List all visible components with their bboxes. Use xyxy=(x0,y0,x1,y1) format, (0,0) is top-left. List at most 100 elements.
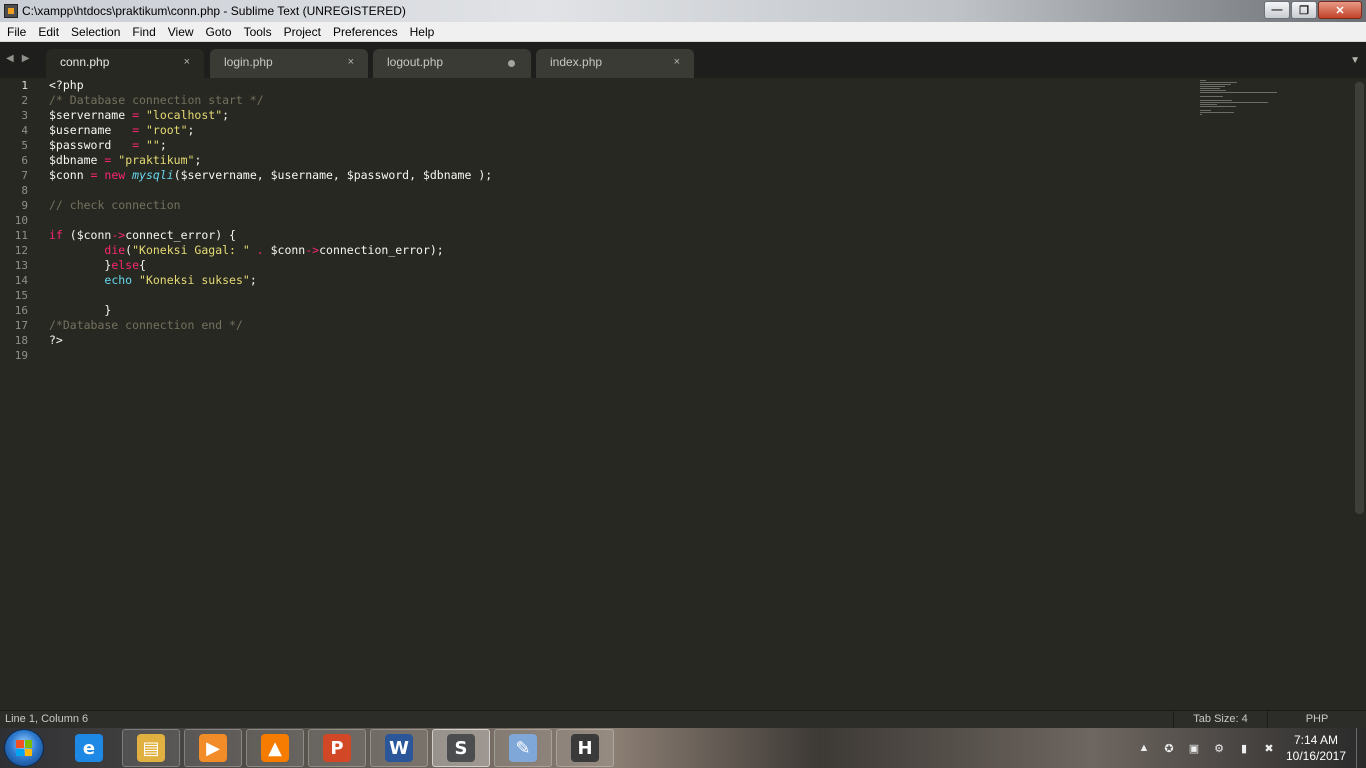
taskbar-paint[interactable]: ✎ xyxy=(494,729,552,767)
tab-list-dropdown-icon[interactable]: ▼ xyxy=(1350,55,1360,66)
code-line[interactable]: echo "Koneksi sukses"; xyxy=(49,273,256,288)
code-line[interactable]: $password = ""; xyxy=(49,138,167,153)
tab-close-icon[interactable]: × xyxy=(348,49,354,76)
clock-date: 10/16/2017 xyxy=(1285,749,1347,763)
code-line[interactable]: ?> xyxy=(49,333,63,348)
internet-explorer-icon: e xyxy=(75,734,103,762)
code-line[interactable]: $username = "root"; xyxy=(49,123,194,138)
tab-bar: ◀ ▶ conn.php × login.php × logout.php in… xyxy=(0,42,1366,78)
code-token: -> xyxy=(305,243,320,257)
code-line[interactable]: $conn = new mysqli($servername, $usernam… xyxy=(49,168,492,183)
menu-edit[interactable]: Edit xyxy=(31,25,64,39)
code-line[interactable]: $dbname = "praktikum"; xyxy=(49,153,201,168)
code-line[interactable]: } xyxy=(49,303,111,318)
code-token: else xyxy=(111,258,140,272)
windows-logo-icon xyxy=(16,740,32,756)
menu-bar: File Edit Selection Find View Goto Tools… xyxy=(0,22,1366,42)
tab-prev-icon[interactable]: ◀ xyxy=(6,53,14,64)
menu-selection[interactable]: Selection xyxy=(64,25,125,39)
code-token: "praktikum" xyxy=(118,153,195,167)
sublime-app-icon[interactable] xyxy=(4,4,18,18)
vertical-scrollbar[interactable] xyxy=(1355,82,1364,514)
code-line[interactable]: $servername = "localhost"; xyxy=(49,108,229,123)
syntax-selector[interactable]: PHP xyxy=(1267,711,1366,728)
minimap-line xyxy=(1200,82,1238,83)
menu-tools[interactable]: Tools xyxy=(237,25,277,39)
taskbar-h-app[interactable]: H xyxy=(556,729,614,767)
code-line[interactable]: }else{ xyxy=(49,258,146,273)
code-token: /* Database connection start */ xyxy=(49,93,264,107)
taskbar-file-explorer[interactable]: ▤ xyxy=(122,729,180,767)
tab-size-selector[interactable]: Tab Size: 4 xyxy=(1173,711,1267,728)
paint-icon: ✎ xyxy=(509,734,537,762)
code-line[interactable]: /*Database connection end */ xyxy=(49,318,243,333)
menu-preferences[interactable]: Preferences xyxy=(326,25,403,39)
unsaved-dot-icon[interactable] xyxy=(508,60,515,67)
start-button[interactable] xyxy=(4,729,44,767)
line-number: 15 xyxy=(14,289,28,302)
acrobat-icon[interactable]: ✪ xyxy=(1161,741,1177,755)
minimap-line xyxy=(1200,86,1226,87)
line-number: 18 xyxy=(14,334,28,347)
clock[interactable]: 7:14 AM 10/16/2017 xyxy=(1280,732,1352,764)
usb-device-icon[interactable]: ⚙ xyxy=(1211,741,1227,755)
tab-label: logout.php xyxy=(387,55,444,69)
tab-close-icon[interactable]: × xyxy=(184,49,190,76)
code-token: "root" xyxy=(145,123,188,137)
minimap-line xyxy=(1200,106,1236,107)
code-line[interactable]: /* Database connection start */ xyxy=(49,93,264,108)
code-token: $conn xyxy=(263,243,306,257)
menu-help[interactable]: Help xyxy=(403,25,440,39)
code-token: $servername xyxy=(49,108,133,122)
code-token: // check connection xyxy=(49,198,181,212)
tab-label: login.php xyxy=(224,55,273,69)
maximize-button[interactable]: ❐ xyxy=(1291,1,1317,19)
line-number: 3 xyxy=(21,109,28,122)
code-token: connection_error); xyxy=(319,243,444,257)
menu-project[interactable]: Project xyxy=(277,25,326,39)
tab-close-icon[interactable]: × xyxy=(674,49,680,76)
close-button[interactable]: ✕ xyxy=(1318,1,1362,19)
code-line[interactable]: if ($conn->connect_error) { xyxy=(49,228,236,243)
menu-view[interactable]: View xyxy=(161,25,199,39)
tab-conn-php[interactable]: conn.php × xyxy=(46,49,204,78)
window-controls: — ❐ ✕ xyxy=(1264,1,1362,19)
tab-logout-php[interactable]: logout.php xyxy=(373,49,531,78)
line-number: 4 xyxy=(21,124,28,137)
code-editor[interactable]: 1 2 3 4 5 6 7 8 9 10 11 12 13 14 15 16 17 18 19 <?php/* Da… xyxy=(0,78,1366,710)
line-number: 13 xyxy=(14,259,28,272)
code-line[interactable]: die("Koneksi Gagal: " . $conn->connectio… xyxy=(49,243,444,258)
minimap-line xyxy=(1200,96,1223,97)
code-line[interactable]: // check connection xyxy=(49,198,181,213)
code-token: die xyxy=(104,243,126,257)
line-number: 5 xyxy=(21,139,28,152)
tab-next-icon[interactable]: ▶ xyxy=(22,53,30,64)
minimap[interactable] xyxy=(1198,78,1338,118)
code-line[interactable]: <?php xyxy=(49,78,84,93)
taskbar-vlc[interactable]: ▲ xyxy=(246,729,304,767)
display-icon[interactable]: ▣ xyxy=(1186,741,1202,755)
status-bar: Line 1, Column 6 Tab Size: 4 PHP xyxy=(0,710,1366,728)
menu-find[interactable]: Find xyxy=(125,25,160,39)
word-icon: W xyxy=(385,734,413,762)
minimize-button[interactable]: — xyxy=(1264,1,1290,19)
menu-file[interactable]: File xyxy=(0,25,31,39)
code-token: ?> xyxy=(49,333,63,347)
code-token: echo xyxy=(104,273,133,287)
taskbar-sublime-text[interactable]: S xyxy=(432,729,490,767)
tab-index-php[interactable]: index.php × xyxy=(536,49,694,78)
taskbar-powerpoint[interactable]: P xyxy=(308,729,366,767)
show-hidden-icons-icon[interactable]: ▲ xyxy=(1136,741,1152,755)
line-number: 1 xyxy=(21,79,28,92)
volume-muted-icon[interactable]: ✖ xyxy=(1261,741,1277,755)
taskbar-internet-explorer[interactable]: e xyxy=(60,729,118,767)
network-signal-icon[interactable]: ▮ xyxy=(1236,741,1252,755)
menu-goto[interactable]: Goto xyxy=(199,25,237,39)
tab-login-php[interactable]: login.php × xyxy=(210,49,368,78)
taskbar-media-player[interactable]: ▶ xyxy=(184,729,242,767)
taskbar-word[interactable]: W xyxy=(370,729,428,767)
show-desktop-button[interactable] xyxy=(1356,728,1366,768)
